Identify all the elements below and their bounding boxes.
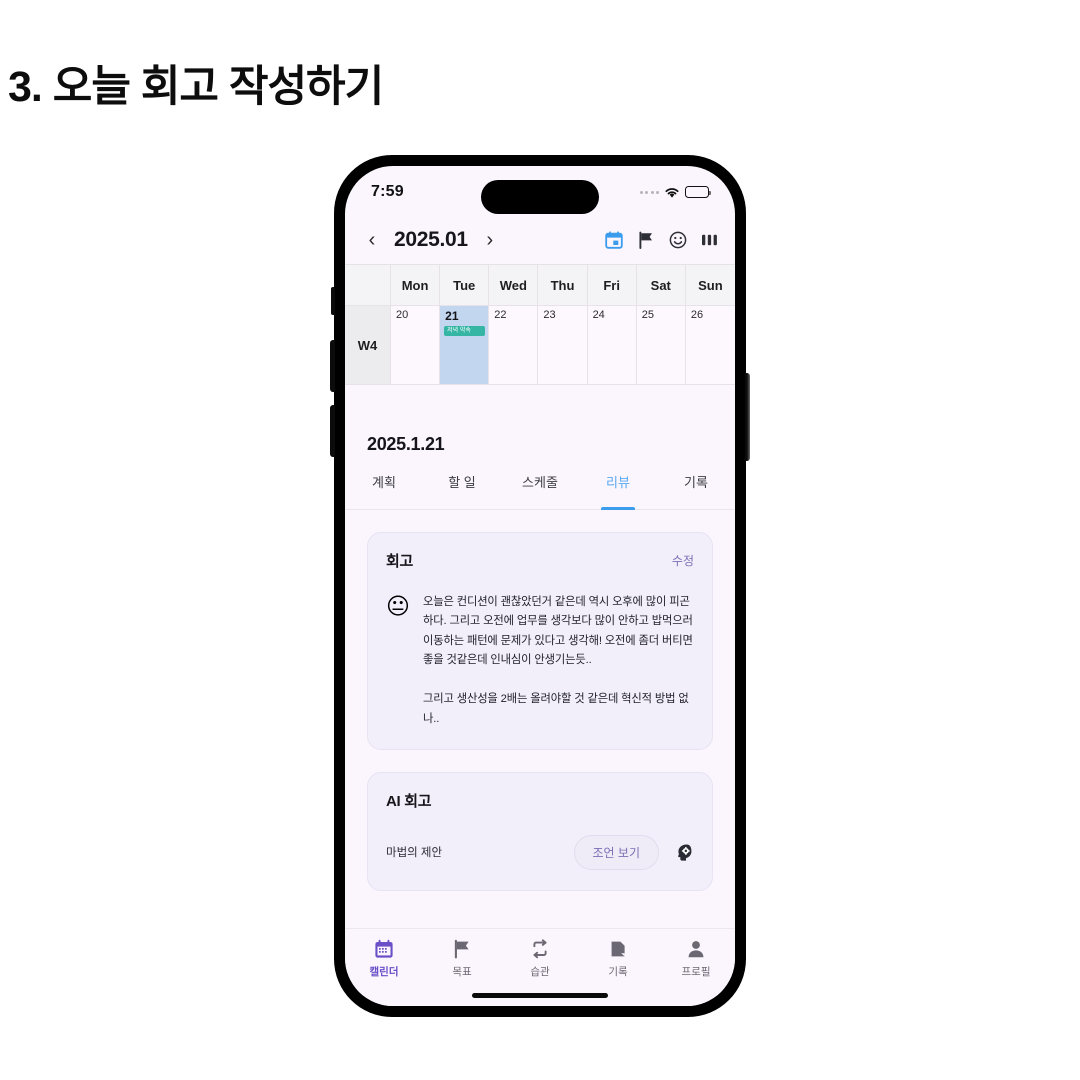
review-card-title: 회고	[386, 553, 414, 570]
calendar-icon[interactable]	[605, 231, 623, 249]
signal-dots-icon	[639, 190, 659, 194]
day-number: 25	[641, 309, 654, 321]
tab-기록[interactable]: 기록	[657, 469, 735, 509]
weekday-header-sun: Sun	[698, 277, 723, 293]
flag-icon	[452, 939, 472, 959]
home-indicator[interactable]	[472, 993, 608, 998]
ai-suggestion-label: 마법의 제안	[386, 847, 443, 860]
app-header: ‹ 2025.01 ›	[345, 216, 735, 264]
calendar-weekday-header: Mon Tue Wed Thu Fri Sat Sun	[345, 265, 735, 305]
ai-card-row: 마법의 제안 조언 보기	[386, 834, 694, 870]
mute-switch[interactable]	[331, 287, 335, 315]
ai-card-header: AI 회고	[386, 790, 694, 811]
weekday-header-tue: Tue	[440, 265, 490, 305]
review-card-header: 회고 수정	[386, 550, 694, 571]
next-month-button[interactable]: ›	[480, 229, 500, 252]
nav-label: 목표	[452, 966, 472, 978]
nav-label: 습관	[530, 966, 550, 978]
repeat-icon	[530, 939, 550, 959]
weekday-header-mon: Mon	[391, 265, 441, 305]
ai-card-title: AI 회고	[386, 792, 432, 810]
nav-item-프로필[interactable]: 프로필	[657, 939, 735, 1006]
tab-리뷰[interactable]: 리뷰	[579, 469, 657, 509]
weekday-header-fri: Fri	[588, 265, 637, 305]
emoji-smile-icon[interactable]	[669, 231, 687, 249]
phone-screen: 7:59 ‹ 2025.01 › Mon Tue Wed Thu Fri Sat…	[345, 166, 735, 1006]
battery-full-icon	[685, 186, 712, 198]
calendar-icon	[374, 939, 394, 959]
selected-date-label: 2025.1.21	[367, 434, 445, 454]
tab-계획[interactable]: 계획	[345, 469, 423, 509]
dynamic-island	[481, 180, 599, 214]
calendar-event-chip[interactable]: 저녁 약속	[444, 326, 486, 336]
calendar-day-24[interactable]: 24	[587, 306, 637, 384]
power-button[interactable]	[745, 373, 750, 461]
header-icon-group	[605, 231, 718, 249]
wifi-icon	[665, 187, 679, 198]
review-text: 오늘은 컨디션이 괜찮았던거 같은데 역시 오후에 많이 피곤하다. 그리고 오…	[422, 596, 693, 725]
calendar-day-23[interactable]: 23	[538, 306, 588, 384]
weekday-header-thu: Thu	[538, 265, 588, 305]
tab-content-review: 회고 수정 😐 오늘은 컨디션이 괜찮았던거 같은데 역시 오후에 많이 피곤하…	[345, 510, 735, 928]
status-indicators	[639, 186, 712, 199]
weekday-header-sat: Sat	[637, 265, 686, 305]
week-number-label: W4	[345, 306, 391, 384]
calendar-day-21[interactable]: 21 저녁 약속	[440, 306, 490, 384]
weekday-header-wed: Wed	[489, 265, 539, 305]
columns-view-icon[interactable]	[701, 231, 718, 249]
month-label: 2025.01	[394, 228, 468, 251]
page-title: 3. 오늘 회고 작성하기	[8, 63, 384, 111]
mood-neutral-icon: 😐	[386, 593, 410, 619]
calendar-day-22[interactable]: 22	[489, 306, 539, 384]
ai-review-card: AI 회고 마법의 제안 조언 보기	[367, 771, 713, 891]
day-number: 26	[690, 309, 704, 321]
calendar-week-row: W4 20 21 저녁 약속 22 23 24 25 26	[345, 305, 735, 384]
volume-down-button[interactable]	[330, 405, 335, 457]
calendar-day-20[interactable]: 20	[391, 306, 441, 384]
nav-item-캘린더[interactable]: 캘린더	[345, 939, 423, 1006]
edit-review-button[interactable]: 수정	[672, 552, 694, 569]
flag-icon[interactable]	[637, 231, 655, 249]
tab-스케줄[interactable]: 스케줄	[501, 469, 579, 509]
phone-frame: 7:59 ‹ 2025.01 › Mon Tue Wed Thu Fri Sat…	[330, 155, 750, 1017]
review-card: 회고 수정 😐 오늘은 컨디션이 괜찮았던거 같은데 역시 오후에 많이 피곤하…	[367, 532, 713, 750]
review-body: 😐 오늘은 컨디션이 괜찮았던거 같은데 역시 오후에 많이 피곤하다. 그리고…	[386, 593, 694, 729]
weekday-header-blank	[345, 265, 391, 305]
day-number: 22	[494, 309, 507, 321]
document-icon	[608, 939, 628, 959]
person-icon	[686, 939, 706, 959]
nav-label: 프로필	[681, 966, 711, 978]
calendar-day-26[interactable]: 26	[685, 306, 735, 384]
status-time: 7:59	[371, 183, 404, 200]
day-number: 20	[396, 309, 409, 321]
day-number: 21	[445, 309, 459, 323]
detail-tabs: 계획 할 일 스케줄 리뷰 기록	[345, 469, 735, 510]
day-number: 24	[592, 309, 605, 321]
calendar-strip: Mon Tue Wed Thu Fri Sat Sun W4 20 21 저녁 약속 22 23 24…	[345, 264, 735, 385]
ai-head-gear-icon[interactable]	[675, 843, 694, 862]
view-advice-button[interactable]: 조언 보기	[573, 834, 659, 870]
calendar-day-25[interactable]: 25	[636, 306, 686, 384]
volume-up-button[interactable]	[330, 340, 335, 392]
nav-label: 기록	[608, 966, 628, 978]
tab-할일[interactable]: 할 일	[423, 469, 501, 509]
day-number: 23	[543, 309, 556, 321]
nav-label: 캘린더	[369, 966, 399, 978]
prev-month-button[interactable]: ‹	[362, 229, 382, 252]
